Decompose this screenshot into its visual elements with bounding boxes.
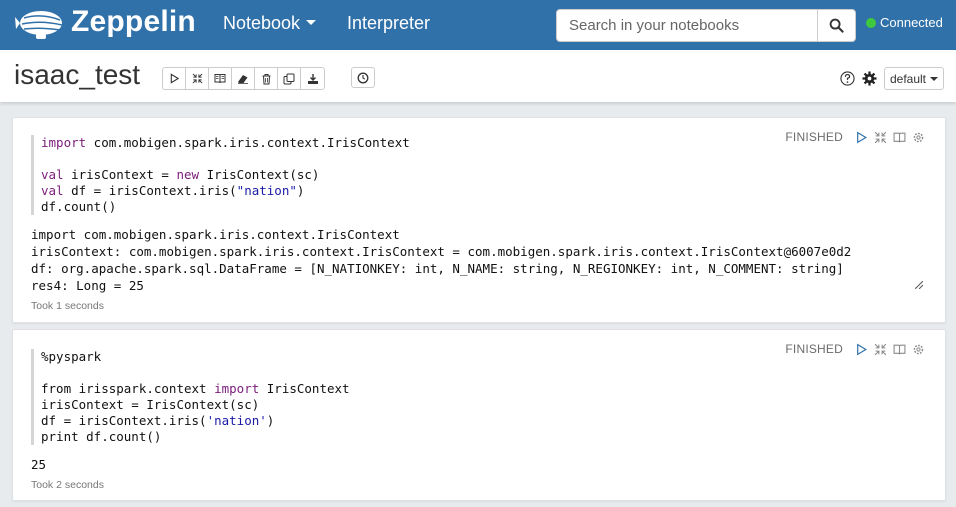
chevron-down-icon [930, 76, 939, 81]
status-dot-icon [866, 17, 876, 28]
brand-name[interactable]: Zeppelin [71, 5, 196, 39]
code-line: df = irisContext.iris('nation') [41, 413, 350, 429]
code-line: df.count() [41, 199, 410, 215]
paragraph: FINISHED %pyspark from irisspark.context… [12, 329, 946, 501]
code-token: com.mobigen.spark.iris.context.IrisConte… [86, 135, 410, 150]
code-editor[interactable]: %pyspark from irisspark.context import I… [31, 349, 350, 445]
code-string: "nation" [236, 183, 297, 198]
gear-icon[interactable] [862, 71, 877, 86]
hide-output-icon[interactable] [893, 343, 906, 356]
page-title[interactable]: isaac_test [14, 59, 140, 91]
clear-output-button[interactable] [232, 68, 255, 89]
connection-status: Connected [866, 15, 943, 30]
code-token: IrisContext [259, 381, 350, 396]
hide-editor-icon [192, 73, 202, 84]
question-icon[interactable] [840, 71, 855, 86]
code-token: df = irisContext.iris( [41, 413, 207, 428]
output-line: df: org.apache.spark.sql.DataFrame = [N_… [31, 261, 844, 276]
code-keyword: new [176, 167, 200, 182]
paragraph-output: import com.mobigen.spark.iris.context.Ir… [31, 226, 851, 294]
top-navbar: Zeppelin Notebook Interpreter Connected [0, 0, 956, 50]
run-paragraph-icon[interactable] [855, 343, 868, 356]
code-line: val irisContext = new IrisContext(sc) [41, 167, 410, 183]
run-paragraph-icon[interactable] [855, 131, 868, 144]
clone-button[interactable] [278, 68, 301, 89]
interpreter-binding-label: default [889, 71, 927, 86]
hide-editor-button[interactable] [186, 68, 209, 89]
code-token: irisContext = [63, 167, 177, 182]
notebook-menu[interactable]: Notebook [223, 13, 317, 34]
search-icon [829, 18, 844, 33]
notebook-menu-label: Notebook [223, 13, 301, 33]
code-keyword: val [41, 183, 64, 198]
paragraph-controls: FINISHED [785, 342, 925, 356]
hide-output-icon[interactable] [893, 131, 906, 144]
search-input[interactable] [556, 9, 818, 42]
trash-icon [262, 73, 270, 84]
execution-time: Took 2 seconds [31, 479, 104, 491]
code-keyword: val [41, 167, 64, 182]
status-label: Connected [880, 15, 943, 30]
delete-button[interactable] [255, 68, 278, 89]
code-line: val df = irisContext.iris("nation") [41, 183, 410, 199]
code-token: from irisspark.context [41, 381, 215, 396]
code-token: irisContext = IrisContext(sc) [41, 397, 260, 412]
code-line: irisContext = IrisContext(sc) [41, 397, 350, 413]
code-token: ) [266, 413, 275, 428]
output-line: import com.mobigen.spark.iris.context.Ir… [31, 227, 400, 242]
chevron-down-icon [306, 19, 317, 25]
export-button[interactable] [301, 68, 324, 89]
clock-icon [357, 72, 369, 83]
hide-editor-icon[interactable] [874, 131, 887, 144]
eraser-icon [238, 75, 248, 84]
code-keyword: import [214, 381, 260, 396]
code-token: df.count() [41, 199, 117, 214]
code-line: %pyspark [41, 349, 350, 365]
code-string: 'nation' [206, 413, 267, 428]
code-line: from irisspark.context import IrisContex… [41, 381, 350, 397]
code-line: import com.mobigen.spark.iris.context.Ir… [41, 135, 410, 151]
code-line: print df.count() [41, 429, 350, 445]
paragraph-controls: FINISHED [785, 130, 925, 144]
code-token: print df.count() [41, 429, 162, 444]
paragraph-output: 25 [31, 456, 46, 473]
notebook-toolbar [162, 67, 325, 90]
resize-handle-icon[interactable] [915, 281, 923, 289]
code-token: df = irisContext.iris( [63, 183, 237, 198]
run-all-button[interactable] [163, 68, 186, 89]
paragraph-settings-icon[interactable] [912, 131, 925, 144]
code-token: ) [296, 183, 305, 198]
code-keyword: import [41, 135, 87, 150]
search-button[interactable] [817, 9, 856, 42]
output-line: 25 [31, 457, 47, 472]
execution-time: Took 1 seconds [31, 300, 104, 312]
code-token: IrisContext(sc) [199, 167, 320, 182]
output-line: irisContext: com.mobigen.spark.iris.cont… [31, 244, 852, 259]
paragraph-status: FINISHED [785, 130, 843, 144]
notebook-header: isaac_test default [0, 50, 956, 102]
schedule-button[interactable] [351, 67, 375, 88]
hide-output-button[interactable] [209, 68, 232, 89]
paragraph: FINISHED import com.mobigen.spark.iris.c… [12, 117, 946, 323]
run-all-icon [170, 73, 179, 84]
zeppelin-logo-icon[interactable] [14, 6, 64, 42]
paragraph-status: FINISHED [785, 342, 843, 356]
hide-editor-icon[interactable] [874, 343, 887, 356]
paragraph-settings-icon[interactable] [912, 343, 925, 356]
clone-icon [283, 73, 295, 84]
interpreter-binding-dropdown[interactable]: default [884, 67, 944, 90]
interpreter-link[interactable]: Interpreter [347, 13, 430, 34]
download-icon [307, 73, 318, 84]
output-line: res4: Long = 25 [31, 278, 144, 293]
code-token: %pyspark [41, 349, 102, 364]
hide-output-icon [214, 74, 226, 84]
code-editor[interactable]: import com.mobigen.spark.iris.context.Ir… [31, 135, 410, 215]
